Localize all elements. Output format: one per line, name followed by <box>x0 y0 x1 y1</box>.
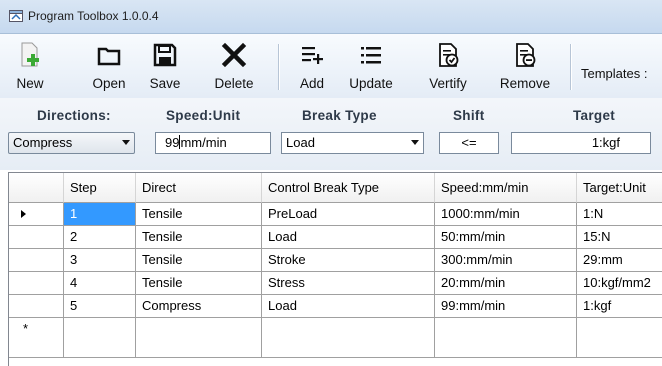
cell-speed[interactable] <box>435 318 577 358</box>
cell-direct[interactable] <box>136 318 262 358</box>
update-button[interactable]: Update <box>342 38 400 94</box>
speed-unit-heading: Speed:Unit <box>166 108 241 123</box>
add-button[interactable]: Add <box>292 38 332 94</box>
column-header-control-break-type[interactable]: Control Break Type <box>262 173 435 203</box>
cell-control-break-type[interactable]: Load <box>262 226 435 249</box>
cell-step[interactable]: 3 <box>64 249 136 272</box>
target-input[interactable]: 1:kgf <box>511 132 651 154</box>
column-header-speed[interactable]: Speed:mm/min <box>435 173 577 203</box>
cell-target[interactable] <box>577 318 662 358</box>
column-header-direct[interactable]: Direct <box>136 173 262 203</box>
templates-label: Templates : <box>581 66 648 81</box>
toolbar-separator <box>570 44 572 90</box>
cell-direct[interactable]: Tensile <box>136 226 262 249</box>
step-parameters-panel: Directions: Speed:Unit Break Type Shift … <box>0 98 662 170</box>
cell-control-break-type[interactable] <box>262 318 435 358</box>
cell-speed[interactable]: 1000:mm/min <box>435 203 577 226</box>
cell-control-break-type[interactable]: Load <box>262 295 435 318</box>
new-label: New <box>16 76 44 91</box>
row-header[interactable] <box>9 295 64 318</box>
column-header-step[interactable]: Step <box>64 173 136 203</box>
save-icon <box>153 43 177 67</box>
list-icon <box>361 47 381 64</box>
app-window: Program Toolbox 1.0.0.4 New Open Save De… <box>0 0 662 366</box>
verify-button[interactable]: Vertify <box>424 38 472 94</box>
row-header[interactable] <box>9 249 64 272</box>
window-title: Program Toolbox 1.0.0.4 <box>28 9 159 23</box>
document-remove-icon <box>516 43 536 67</box>
shift-value: <= <box>461 135 477 150</box>
delete-x-icon <box>221 42 247 68</box>
target-value: 1:kgf <box>591 135 620 150</box>
delete-button[interactable]: Delete <box>208 38 260 94</box>
open-button[interactable]: Open <box>86 38 132 94</box>
add-label: Add <box>299 76 325 91</box>
break-type-heading: Break Type <box>302 108 377 123</box>
app-icon <box>9 10 23 22</box>
direction-value: Compress <box>13 135 73 150</box>
directions-heading: Directions: <box>37 108 111 123</box>
steps-grid[interactable]: Step Direct Control Break Type Speed:mm/… <box>8 172 662 366</box>
save-button[interactable]: Save <box>144 38 186 94</box>
new-file-icon <box>21 42 39 67</box>
verify-label: Vertify <box>429 76 467 91</box>
folder-icon <box>97 47 121 66</box>
shift-heading: Shift <box>453 108 485 123</box>
cell-direct[interactable]: Tensile <box>136 272 262 295</box>
cell-speed[interactable]: 300:mm/min <box>435 249 577 272</box>
update-label: Update <box>349 76 393 91</box>
cell-direct[interactable]: Compress <box>136 295 262 318</box>
title-bar[interactable]: Program Toolbox 1.0.0.4 <box>0 0 662 34</box>
cell-direct[interactable]: Tensile <box>136 249 262 272</box>
cell-control-break-type[interactable]: Stress <box>262 272 435 295</box>
cell-target[interactable]: 10:kgf/mm2 <box>577 272 662 295</box>
row-header[interactable] <box>9 272 64 295</box>
grid-header-row: Step Direct Control Break Type Speed:mm/… <box>9 173 662 203</box>
open-label: Open <box>92 76 126 91</box>
chevron-down-icon <box>122 140 130 145</box>
cell-speed[interactable]: 50:mm/min <box>435 226 577 249</box>
row-header[interactable] <box>9 226 64 249</box>
delete-label: Delete <box>214 76 254 91</box>
row-header-corner <box>9 173 64 203</box>
cell-speed[interactable]: 20:mm/min <box>435 272 577 295</box>
new-button[interactable]: New <box>8 38 52 94</box>
cell-step[interactable]: 1 <box>64 203 136 226</box>
row-header[interactable] <box>9 203 64 226</box>
cell-step[interactable]: 4 <box>64 272 136 295</box>
speed-value: 99mm/min <box>165 135 227 150</box>
remove-label: Remove <box>499 76 551 91</box>
cell-target[interactable]: 1:kgf <box>577 295 662 318</box>
chevron-down-icon <box>411 140 419 145</box>
new-row-marker: * <box>23 321 29 336</box>
toolbar: New Open Save Delete Add Update Vertify … <box>0 34 662 98</box>
row-header[interactable]: * <box>9 318 64 358</box>
document-check-icon <box>439 43 459 67</box>
shift-operator-button[interactable]: <= <box>439 132 499 154</box>
cell-step[interactable]: 5 <box>64 295 136 318</box>
column-header-target[interactable]: Target:Unit <box>577 173 662 203</box>
cell-control-break-type[interactable]: PreLoad <box>262 203 435 226</box>
direction-combobox[interactable]: Compress <box>8 132 135 154</box>
speed-input[interactable]: 99mm/min <box>155 132 271 154</box>
cell-target[interactable]: 29:mm <box>577 249 662 272</box>
cell-step[interactable] <box>64 318 136 358</box>
toolbar-separator <box>278 44 280 90</box>
break-type-combobox[interactable]: Load <box>281 132 424 154</box>
remove-button[interactable]: Remove <box>492 38 558 94</box>
save-label: Save <box>149 76 181 91</box>
cell-control-break-type[interactable]: Stroke <box>262 249 435 272</box>
break-type-value: Load <box>286 135 315 150</box>
cell-speed[interactable]: 99:mm/min <box>435 295 577 318</box>
add-list-icon <box>302 47 323 64</box>
cell-step[interactable]: 2 <box>64 226 136 249</box>
target-heading: Target <box>573 108 616 123</box>
cell-direct[interactable]: Tensile <box>136 203 262 226</box>
current-row-arrow-icon <box>21 210 26 218</box>
cell-target[interactable]: 1:N <box>577 203 662 226</box>
cell-target[interactable]: 15:N <box>577 226 662 249</box>
